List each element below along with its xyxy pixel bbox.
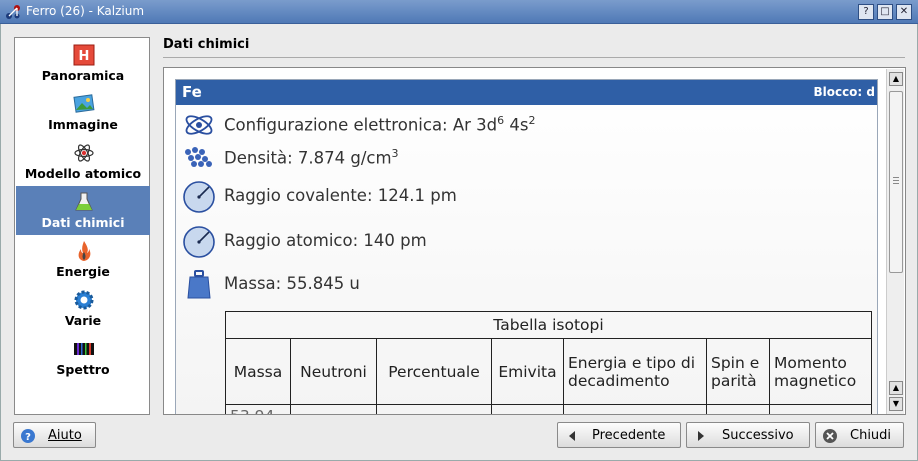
- sidebar-item-label: Energie: [56, 264, 110, 279]
- header-divider: [163, 57, 905, 58]
- close-icon: [823, 429, 837, 443]
- isotope-table: Tabella isotopi Massa Neutroni Percentua…: [225, 311, 872, 414]
- sidebar: H Panoramica Immagine Modello atomico Da…: [14, 37, 150, 415]
- atom-model-icon: [74, 144, 94, 162]
- table-cell: [563, 404, 707, 414]
- title-bar[interactable]: Ferro (26) - Kalzium ? □ ✕: [0, 0, 918, 24]
- sidebar-item-label: Varie: [64, 313, 102, 328]
- previous-button-label: Precedente: [592, 428, 666, 443]
- help-icon: ?: [21, 429, 35, 443]
- scroll-up-button[interactable]: ▲: [889, 72, 903, 86]
- density-row: Densità: 7.874 g/cm3: [176, 139, 866, 175]
- column-header-emivita: Emivita: [491, 338, 564, 405]
- svg-text:?: ?: [25, 432, 31, 443]
- previous-button[interactable]: Precedente: [557, 422, 681, 448]
- element-data-card: Fe Blocco: d Configurazione elettronica:…: [175, 79, 878, 414]
- table-cell: [491, 404, 564, 414]
- image-icon: [73, 94, 95, 113]
- sidebar-item-dati-chimici[interactable]: Dati chimici: [16, 186, 150, 235]
- close-button-label: Chiudi: [850, 428, 892, 443]
- next-button-label: Successivo: [722, 428, 794, 443]
- weight-icon: [187, 270, 211, 299]
- column-header-neutroni: Neutroni: [290, 338, 377, 405]
- svg-text:H: H: [79, 49, 90, 64]
- isotope-table-header: Massa Neutroni Percentuale Emivita Energ…: [225, 338, 872, 405]
- sidebar-item-label: Panoramica: [41, 68, 125, 83]
- electron-configuration-row: Configurazione elettronica: Ar 3d6 4s2: [176, 106, 866, 142]
- sidebar-item-panoramica[interactable]: H Panoramica: [16, 39, 150, 88]
- density-text: Densità: 7.874 g/cm3: [224, 147, 399, 168]
- column-header-massa: Massa: [225, 338, 291, 405]
- sidebar-item-immagine[interactable]: Immagine: [16, 88, 150, 137]
- arrow-left-icon: [569, 431, 575, 441]
- sidebar-item-energie[interactable]: Energie: [16, 235, 150, 284]
- element-block: Blocco: d: [813, 85, 875, 99]
- atomic-radius-icon: [183, 226, 215, 258]
- scroll-down-button[interactable]: ▼: [889, 397, 903, 411]
- sidebar-item-varie[interactable]: Varie: [16, 284, 150, 333]
- density-icon: [185, 147, 212, 167]
- help-window-button[interactable]: ?: [858, 4, 874, 20]
- scroll-up-button-lower[interactable]: ▲: [889, 381, 903, 395]
- flask-icon: [75, 192, 93, 211]
- table-row: 53.94: [225, 404, 872, 414]
- window-title: Ferro (26) - Kalzium: [26, 4, 145, 18]
- sidebar-item-modello-atomico[interactable]: Modello atomico: [16, 137, 150, 186]
- sidebar-item-label: Dati chimici: [41, 215, 125, 230]
- table-cell: [376, 404, 492, 414]
- atomic-radius-text: Raggio atomico: 140 pm: [224, 231, 427, 250]
- help-button-label: Aiuto: [48, 428, 82, 443]
- covalent-radius-icon: [183, 181, 215, 213]
- kalzium-app-icon: [6, 5, 20, 19]
- element-header: Fe Blocco: d: [176, 80, 877, 105]
- column-header-momento: Momento magnetico: [769, 338, 872, 405]
- mass-text: Massa: 55.845 u: [224, 274, 360, 293]
- sidebar-item-label: Immagine: [48, 117, 118, 132]
- scrollbar-thumb[interactable]: [889, 91, 903, 273]
- electron-configuration-text: Configurazione elettronica: Ar 3d6 4s2: [224, 114, 536, 135]
- overview-icon: H: [73, 44, 95, 66]
- element-symbol: Fe: [182, 83, 202, 101]
- sidebar-item-label: Spettro: [56, 362, 110, 377]
- sidebar-item-spettro[interactable]: Spettro: [16, 333, 150, 382]
- covalent-radius-row: Raggio covalente: 124.1 pm: [176, 178, 866, 214]
- mass-row: Massa: 55.845 u: [176, 266, 866, 302]
- column-header-energia: Energia e tipo di decadimento: [563, 338, 707, 405]
- arrow-right-icon: [698, 431, 704, 441]
- table-cell: 53.94: [225, 404, 291, 414]
- flame-icon: [78, 241, 91, 261]
- next-button[interactable]: Successivo: [686, 422, 810, 448]
- page-title: Dati chimici: [163, 37, 250, 52]
- vertical-scrollbar[interactable]: ▲ ▲ ▼: [886, 69, 904, 414]
- table-cell: [290, 404, 377, 414]
- close-window-button[interactable]: ✕: [896, 4, 912, 20]
- sidebar-item-label: Modello atomico: [24, 166, 142, 181]
- chemical-data-panel[interactable]: Fe Blocco: d Configurazione elettronica:…: [163, 67, 906, 415]
- electron-configuration-icon: [185, 115, 213, 135]
- isotope-table-caption: Tabella isotopi: [225, 311, 872, 339]
- table-cell: [706, 404, 770, 414]
- covalent-radius-text: Raggio covalente: 124.1 pm: [224, 186, 457, 205]
- column-header-spin: Spin e parità: [706, 338, 770, 405]
- column-header-percentuale: Percentuale: [376, 338, 492, 405]
- gear-icon: [74, 290, 94, 310]
- maximize-window-button[interactable]: □: [877, 4, 893, 20]
- atomic-radius-row: Raggio atomico: 140 pm: [176, 223, 866, 259]
- spectrum-icon: [74, 343, 94, 355]
- table-cell: [769, 404, 872, 414]
- close-button[interactable]: Chiudi: [815, 422, 904, 448]
- help-button[interactable]: ? Aiuto: [13, 422, 96, 448]
